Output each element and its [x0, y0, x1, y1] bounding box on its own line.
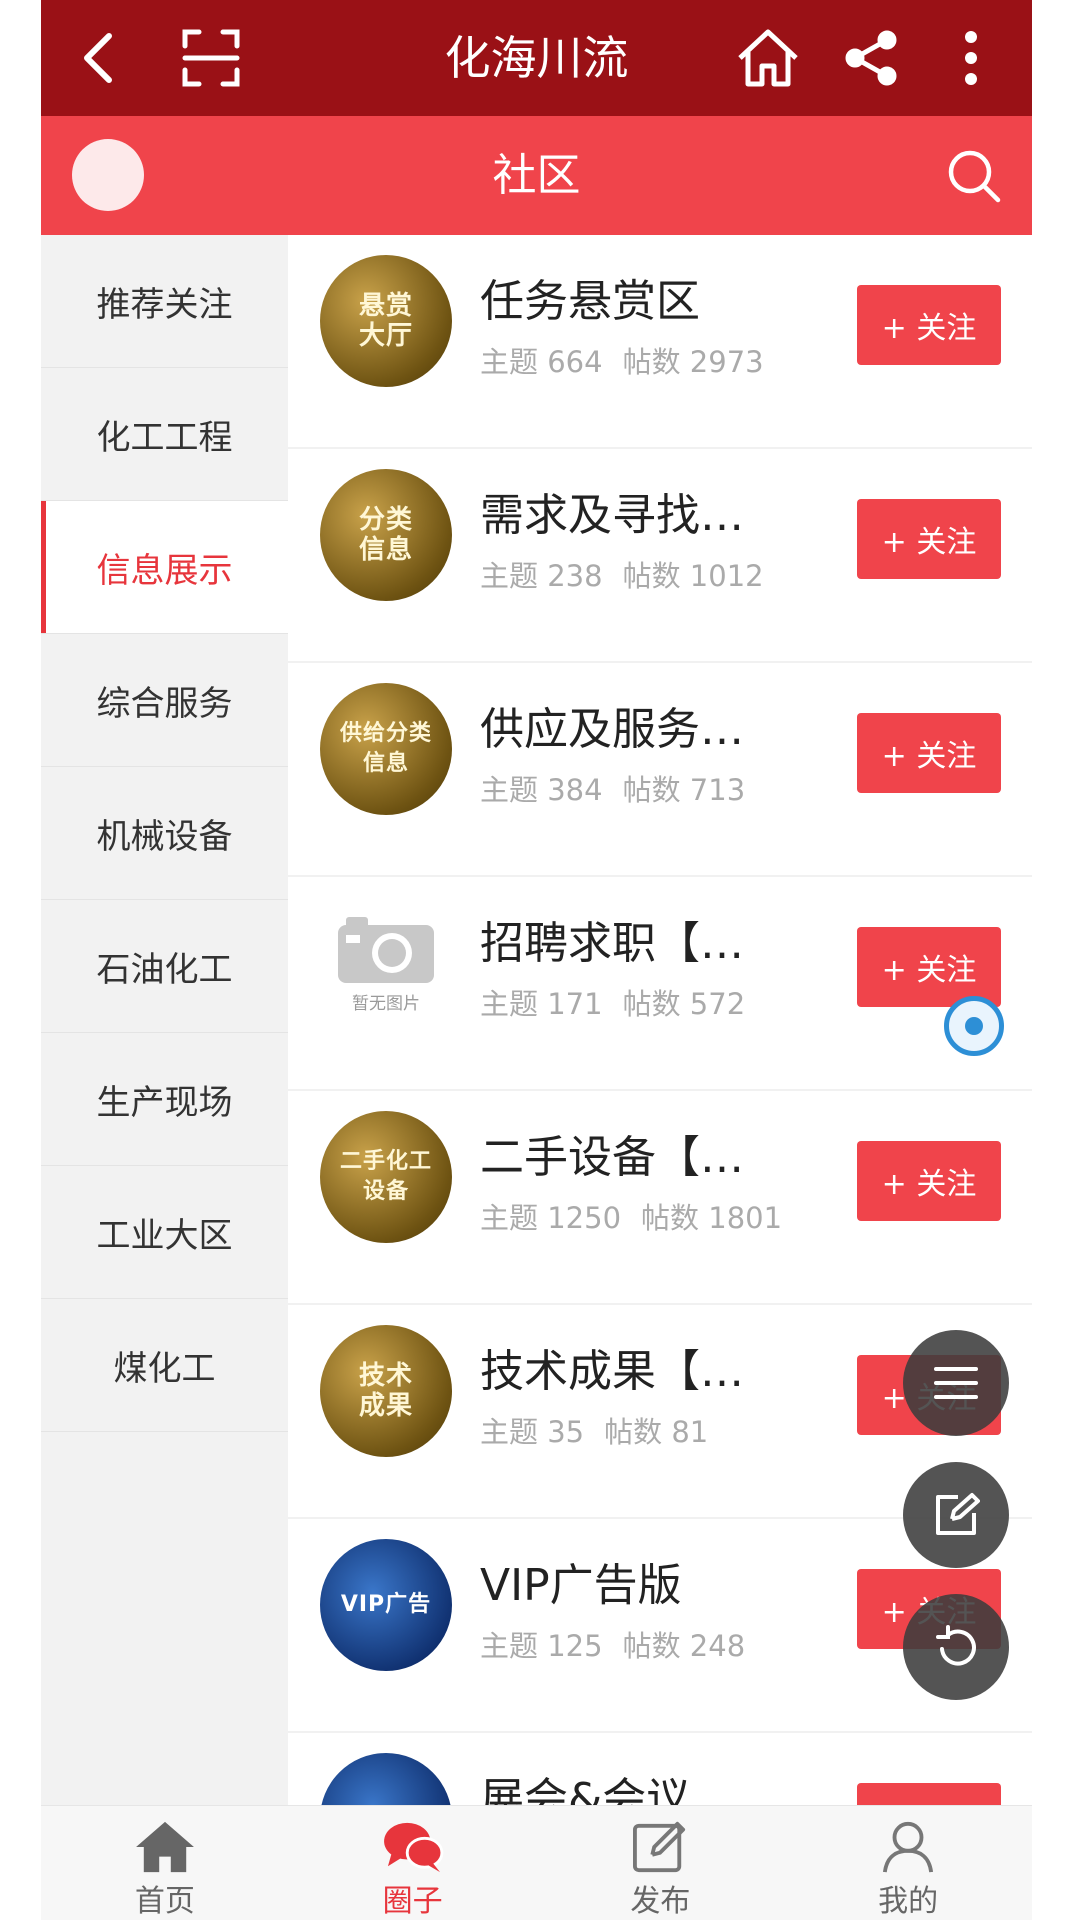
refresh-icon — [936, 1625, 976, 1666]
share-icon[interactable] — [831, 0, 911, 116]
list-item[interactable]: 分类 信息 需求及寻找… 主题 238 帖数 1012 + 关注 — [288, 449, 1032, 663]
forum-name: 技术成果【… — [480, 1346, 744, 1397]
bottom-tab-bar: 首页 圈子 发布 我的 — [41, 1805, 1032, 1920]
home-icon[interactable] — [723, 0, 813, 116]
more-icon[interactable] — [941, 0, 1001, 116]
list-item[interactable]: 悬赏 大厅 任务悬赏区 主题 664 帖数 2973 + 关注 — [288, 235, 1032, 449]
tab-label: 圈子 — [382, 1884, 443, 1919]
tab-circle[interactable]: 圈子 — [289, 1806, 537, 1920]
sidebar-item-chemical-engineering[interactable]: 化工工程 — [41, 368, 288, 501]
follow-button[interactable]: + 关注 — [857, 713, 1001, 793]
edit-icon — [936, 1493, 980, 1535]
refresh-fab[interactable] — [903, 1594, 1009, 1700]
menu-icon — [934, 1367, 978, 1399]
back-icon[interactable] — [59, 0, 139, 116]
forum-stats: 主题 238 帖数 1012 — [480, 559, 764, 593]
forum-stats: 主题 125 帖数 248 — [480, 1629, 746, 1663]
category-sidebar: 推荐关注 化工工程 信息展示 综合服务 机械设备 石油化工 生产现场 工业大区 … — [41, 235, 288, 1805]
menu-fab[interactable] — [903, 1330, 1009, 1436]
edit-fab[interactable] — [903, 1462, 1009, 1568]
sidebar-item-services[interactable]: 综合服务 — [41, 634, 288, 767]
sidebar-item-coal-chemical[interactable]: 煤化工 — [41, 1299, 288, 1432]
forum-name: 任务悬赏区 — [480, 276, 700, 327]
forum-stats: 主题 171 帖数 572 — [480, 987, 746, 1021]
forum-name: 招聘求职【… — [480, 918, 744, 969]
forum-stats: 主题 1250 帖数 1801 — [480, 1201, 783, 1235]
list-item[interactable]: 暂无图片 招聘求职【… 主题 171 帖数 572 + 关注 — [288, 877, 1032, 1091]
sidebar-item-info-display[interactable]: 信息展示 — [41, 501, 288, 634]
forum-name: 供应及服务… — [480, 704, 744, 755]
follow-button[interactable]: + 关注 — [857, 285, 1001, 365]
home-icon — [135, 1821, 194, 1873]
forum-name: 二手设备【… — [480, 1132, 744, 1183]
compose-icon — [633, 1821, 686, 1873]
forum-stats: 主题 664 帖数 2973 — [480, 345, 764, 379]
list-item[interactable]: 二手化工 设备 二手设备【… 主题 1250 帖数 1801 + 关注 — [288, 1091, 1032, 1305]
tab-label: 我的 — [878, 1884, 939, 1919]
page-title: 社区 — [492, 150, 581, 201]
tab-label: 发布 — [630, 1884, 691, 1919]
scan-icon[interactable] — [171, 0, 251, 116]
forum-thumbnail: VIP广告 — [320, 1539, 452, 1671]
tab-home[interactable]: 首页 — [41, 1806, 289, 1920]
forum-name: VIP广告版 — [480, 1560, 682, 1611]
top-bar: 化海川流 — [41, 0, 1032, 116]
forum-thumbnail: 供给分类 信息 — [320, 683, 452, 815]
touch-indicator — [944, 996, 1004, 1056]
tab-label: 首页 — [134, 1884, 195, 1919]
search-icon[interactable] — [946, 148, 1002, 208]
camera-icon — [338, 916, 434, 983]
follow-button[interactable] — [857, 1783, 1001, 1805]
no-image-caption: 暂无图片 — [352, 993, 420, 1014]
forum-name: 需求及寻找… — [480, 490, 744, 541]
forum-stats: 主题 35 帖数 81 — [480, 1415, 709, 1449]
sidebar-item-petrochemical[interactable]: 石油化工 — [41, 900, 288, 1033]
forum-stats: 主题 384 帖数 713 — [480, 773, 746, 807]
follow-button[interactable]: + 关注 — [857, 927, 1001, 1007]
sidebar-item-industrial-zone[interactable]: 工业大区 — [41, 1166, 288, 1299]
forum-name: 展会&会议 — [480, 1774, 691, 1805]
chat-bubbles-icon — [383, 1822, 444, 1873]
community-header: 社区 — [41, 116, 1032, 235]
forum-thumbnail: 二手化工 设备 — [320, 1111, 452, 1243]
list-item[interactable]: 展会&会议 — [288, 1733, 1032, 1805]
tab-publish[interactable]: 发布 — [537, 1806, 785, 1920]
user-icon — [883, 1821, 934, 1873]
forum-thumbnail: 悬赏 大厅 — [320, 255, 452, 387]
forum-thumbnail: 分类 信息 — [320, 469, 452, 601]
forum-thumbnail — [320, 1753, 452, 1805]
forum-list: 悬赏 大厅 任务悬赏区 主题 664 帖数 2973 + 关注 分类 信息 需求及寻找… — [288, 235, 1032, 1805]
sidebar-item-recommended[interactable]: 推荐关注 — [41, 235, 288, 368]
sidebar-item-machinery[interactable]: 机械设备 — [41, 767, 288, 900]
follow-button[interactable]: + 关注 — [857, 499, 1001, 579]
follow-button[interactable]: + 关注 — [857, 1141, 1001, 1221]
list-item[interactable]: 供给分类 信息 供应及服务… 主题 384 帖数 713 + 关注 — [288, 663, 1032, 877]
sidebar-item-production-site[interactable]: 生产现场 — [41, 1033, 288, 1166]
forum-thumbnail: 技术 成果 — [320, 1325, 452, 1457]
forum-thumbnail: 暂无图片 — [320, 897, 452, 1029]
tab-mine[interactable]: 我的 — [784, 1806, 1032, 1920]
